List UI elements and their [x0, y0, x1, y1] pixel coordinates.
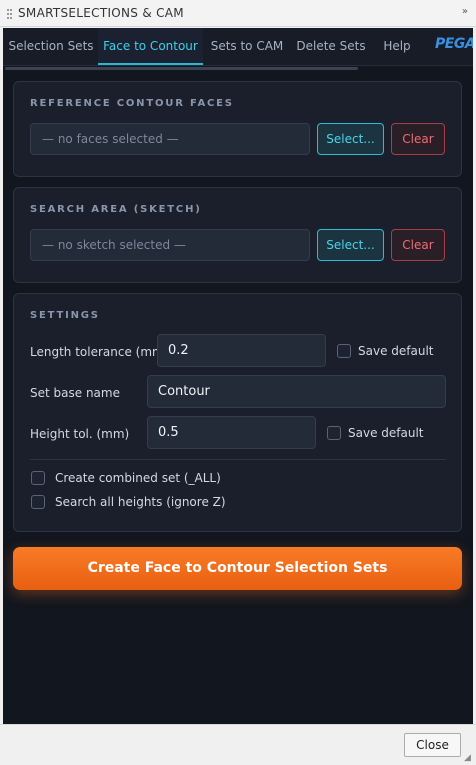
search-area-card: SEARCH AREA (SKETCH) — no sketch selecte… — [13, 187, 462, 283]
pegas-logo: PEGAS — [435, 36, 473, 52]
settings-title: SETTINGS — [30, 310, 100, 321]
height-tolerance-label: Height tol. (mm) — [30, 427, 130, 441]
height-save-default-checkbox[interactable] — [327, 426, 341, 440]
length-save-default-checkbox[interactable] — [337, 344, 351, 358]
dialog-titlebar[interactable]: SMARTSELECTIONS & CAM » — [0, 0, 476, 27]
dialog-title: SMARTSELECTIONS & CAM — [18, 6, 184, 20]
tab-help[interactable]: Help — [377, 28, 417, 65]
settings-divider — [30, 459, 446, 460]
tab-selection-sets[interactable]: Selection Sets — [3, 28, 99, 65]
base-name-input[interactable]: Contour — [147, 375, 446, 408]
reference-select-button[interactable]: Select... — [317, 123, 384, 155]
dialog-footer: Close ◢ — [0, 724, 476, 765]
search-clear-button[interactable]: Clear — [391, 229, 445, 261]
tab-delete-sets[interactable]: Delete Sets — [295, 28, 367, 65]
drag-grip-icon[interactable] — [7, 9, 13, 19]
base-name-label: Set base name — [30, 386, 120, 400]
combined-set-label: Create combined set (_ALL) — [55, 471, 221, 485]
combined-set-checkbox[interactable] — [31, 471, 45, 485]
close-button[interactable]: Close — [404, 733, 461, 757]
length-tolerance-label: Length tolerance (mm) — [30, 345, 169, 359]
tab-scrollbar[interactable] — [5, 67, 358, 70]
height-tolerance-input[interactable]: 0.5 — [147, 416, 316, 449]
tab-bar: Selection Sets Face to Contour Sets to C… — [3, 28, 473, 66]
expand-icon[interactable]: » — [462, 6, 468, 17]
reference-contour-title: REFERENCE CONTOUR FACES — [30, 98, 234, 109]
reference-contour-card: REFERENCE CONTOUR FACES — no faces selec… — [13, 81, 462, 177]
length-save-default-label: Save default — [358, 344, 434, 358]
all-heights-label: Search all heights (ignore Z) — [55, 495, 226, 509]
create-selection-sets-button[interactable]: Create Face to Contour Selection Sets — [13, 547, 462, 590]
all-heights-checkbox[interactable] — [31, 495, 45, 509]
tab-sets-to-cam[interactable]: Sets to CAM — [205, 28, 289, 65]
reference-faces-field: — no faces selected — — [30, 123, 310, 155]
reference-clear-button[interactable]: Clear — [391, 123, 445, 155]
settings-card: SETTINGS Length tolerance (mm) 0.2 Save … — [13, 293, 462, 532]
search-select-button[interactable]: Select... — [317, 229, 384, 261]
tab-face-to-contour[interactable]: Face to Contour — [98, 28, 203, 65]
height-save-default-label: Save default — [348, 426, 424, 440]
search-area-title: SEARCH AREA (SKETCH) — [30, 204, 202, 215]
search-sketch-field: — no sketch selected — — [30, 229, 310, 261]
length-tolerance-input[interactable]: 0.2 — [157, 334, 326, 367]
main-panel: Selection Sets Face to Contour Sets to C… — [3, 28, 473, 724]
resize-grip-icon[interactable]: ◢ — [464, 753, 474, 763]
